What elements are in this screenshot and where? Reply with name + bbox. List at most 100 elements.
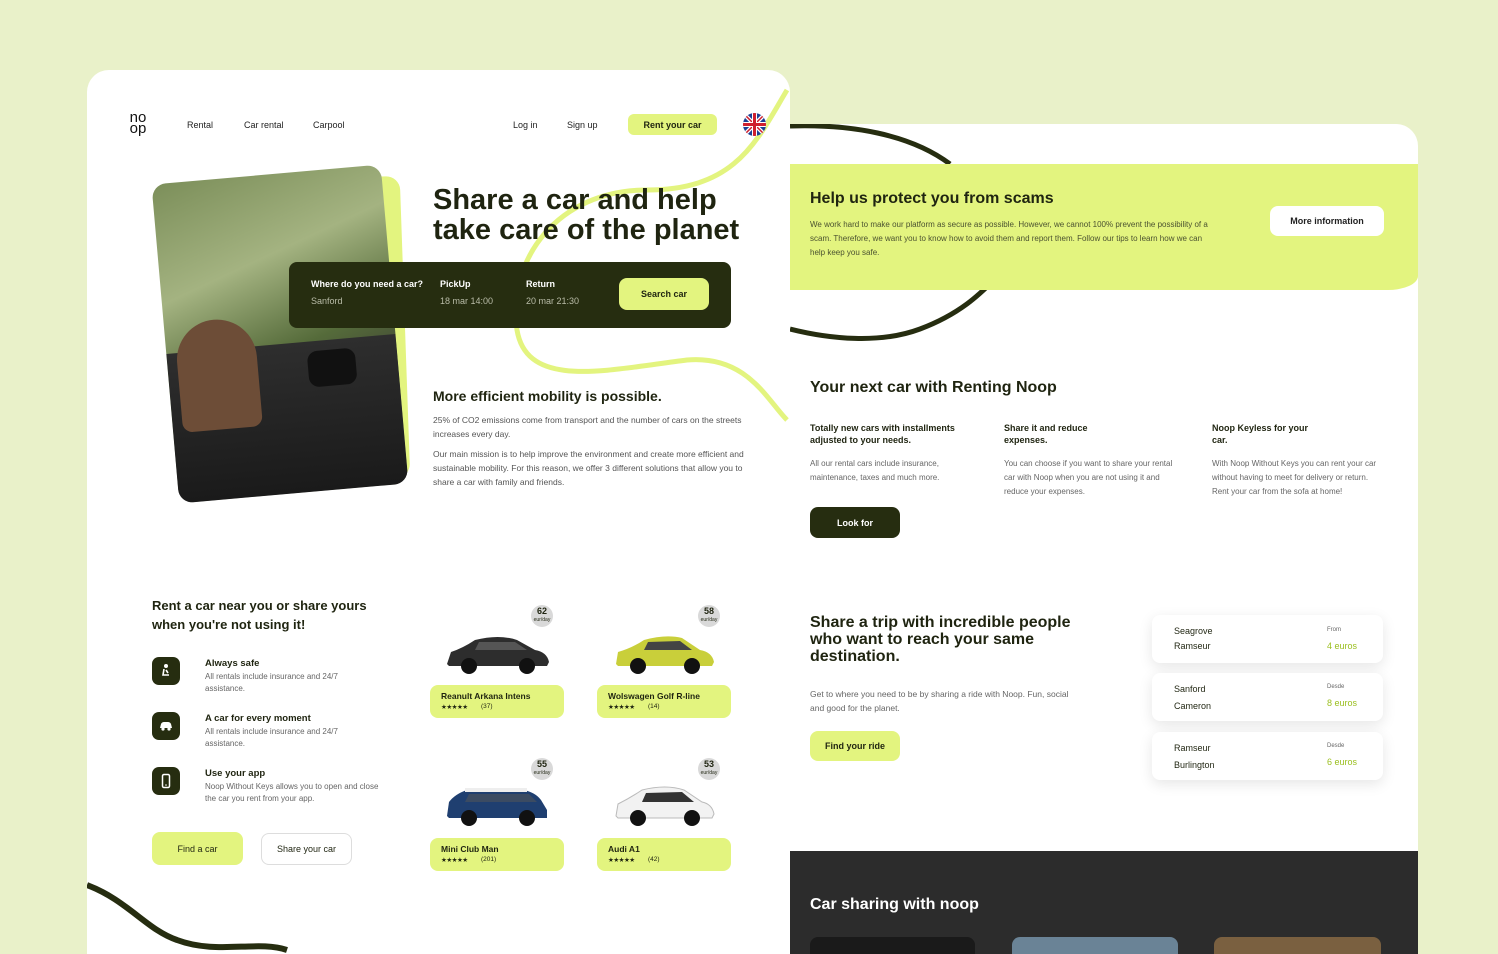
car-name: Wolswagen Golf R-line xyxy=(608,691,700,701)
car-image xyxy=(447,788,547,826)
nav-rental[interactable]: Rental xyxy=(187,120,213,130)
hero-title-line1: Share a car and help xyxy=(433,184,717,216)
route-price-tag: Desde xyxy=(1327,684,1345,690)
pickup-label: PickUp xyxy=(440,279,471,289)
return-input[interactable]: 20 mar 21:30 xyxy=(526,296,579,306)
car-price: 58 xyxy=(703,606,714,616)
renting-col-body: You can choose if you want to share your… xyxy=(1004,459,1173,496)
search-car-button[interactable]: Search car xyxy=(619,278,709,310)
feature-title-moment: A car for every moment xyxy=(205,713,311,724)
sharing-photo[interactable] xyxy=(1214,937,1381,954)
hero-title-line2: take care of the planet xyxy=(433,214,740,246)
nav-car-rental[interactable]: Car rental xyxy=(244,120,284,130)
route-from: Sanford xyxy=(1174,684,1206,694)
price-badge: 53 eur/day xyxy=(698,758,720,780)
feature-title-safe: Always safe xyxy=(205,658,260,669)
rent-title-line2: when you're not using it! xyxy=(152,617,306,632)
route-price: 8 euros xyxy=(1327,698,1358,708)
scam-body: We work hard to make our platform as sec… xyxy=(810,220,1208,257)
phone-icon xyxy=(152,767,180,795)
car-name: Mini Club Man xyxy=(441,844,499,854)
landing-page-card: no op Rental Car rental Carpool Log in S… xyxy=(87,70,790,954)
route-card[interactable]: Seagrove Ramseur From 4 euros xyxy=(1152,615,1383,663)
route-to: Burlington xyxy=(1174,760,1215,770)
uk-flag-icon[interactable] xyxy=(743,113,766,136)
car-name: Audi A1 xyxy=(608,844,640,854)
route-card[interactable]: Sanford Cameron Desde 8 euros xyxy=(1152,673,1383,721)
feature-desc-safe: All rentals include insurance and 24/7 a… xyxy=(205,672,338,693)
rent-your-car-button[interactable]: Rent your car xyxy=(628,114,717,135)
car-price: 62 xyxy=(536,606,547,616)
route-to: Cameron xyxy=(1174,701,1212,711)
info-page-card: Help us protect you from scams We work h… xyxy=(790,124,1418,954)
car-price: 55 xyxy=(536,759,547,769)
renting-title: Your next car with Renting Noop xyxy=(810,379,1057,396)
noop-logo[interactable]: no op xyxy=(125,110,151,137)
mobility-title: More efficient mobility is possible. xyxy=(433,388,662,404)
hero-photo xyxy=(151,164,409,504)
car-price-unit: eur/day xyxy=(533,770,551,776)
pickup-input[interactable]: 18 mar 14:00 xyxy=(440,296,493,306)
car-reviews: (42) xyxy=(648,856,660,863)
route-price: 4 euros xyxy=(1327,641,1358,651)
feature-desc-moment: All rentals include insurance and 24/7 a… xyxy=(205,727,338,748)
find-a-car-button[interactable]: Find a car xyxy=(152,832,243,865)
route-price-tag: Desde xyxy=(1327,743,1345,749)
mobility-paragraph-1: 25% of CO2 emissions come from transport… xyxy=(433,415,742,439)
trip-body: Get to where you need to be by sharing a… xyxy=(810,689,1069,713)
car-price-unit: eur/day xyxy=(700,617,718,623)
car-price-unit: eur/day xyxy=(700,770,718,776)
renting-col-title: Share it and reduce expenses. xyxy=(1004,423,1088,445)
logo-bottom: op xyxy=(129,120,147,137)
car-seat-icon xyxy=(152,657,180,685)
route-to: Ramseur xyxy=(1174,641,1211,651)
car-card[interactable]: Mini Club Man ★★★★★ (201) xyxy=(430,838,564,871)
more-information-button[interactable]: More information xyxy=(1270,206,1384,236)
car-card[interactable]: Wolswagen Golf R-line ★★★★★ (14) xyxy=(597,685,731,718)
feature-title-app: Use your app xyxy=(205,768,266,779)
car-rating: ★★★★★ xyxy=(441,857,468,864)
trip-title: Share a trip with incredible people who … xyxy=(810,614,1071,665)
price-badge: 55 eur/day xyxy=(531,758,553,780)
car-price: 53 xyxy=(703,759,714,769)
where-input[interactable]: Sanford xyxy=(311,296,343,306)
find-your-ride-button[interactable]: Find your ride xyxy=(810,731,900,761)
where-label: Where do you need a car? xyxy=(311,279,424,289)
car-name: Reanult Arkana Intens xyxy=(441,691,531,701)
renting-col-body: All our rental cars include insurance, m… xyxy=(810,459,940,482)
car-rating: ★★★★★ xyxy=(608,857,635,864)
nav-signup[interactable]: Sign up xyxy=(567,120,598,130)
car-sharing-section: Car sharing with noop xyxy=(790,851,1418,954)
route-card[interactable]: Ramseur Burlington Desde 6 euros xyxy=(1152,732,1383,780)
price-badge: 58 eur/day xyxy=(698,605,720,627)
nav-carpool[interactable]: Carpool xyxy=(313,120,345,130)
car-card[interactable]: Audi A1 ★★★★★ (42) xyxy=(597,838,731,871)
car-price-unit: eur/day xyxy=(533,617,551,623)
price-badge: 62 eur/day xyxy=(531,605,553,627)
sharing-photo[interactable] xyxy=(810,937,975,954)
feature-desc-app: Noop Without Keys allows you to open and… xyxy=(205,782,379,803)
sharing-photo[interactable] xyxy=(1012,937,1178,954)
car-reviews: (201) xyxy=(481,856,497,863)
return-label: Return xyxy=(526,279,555,289)
nav-login[interactable]: Log in xyxy=(513,120,538,130)
car-image xyxy=(447,637,549,674)
rent-title-line1: Rent a car near you or share yours xyxy=(152,598,367,613)
route-price: 6 euros xyxy=(1327,757,1358,767)
car-reviews: (14) xyxy=(648,703,660,710)
renting-col-title: Noop Keyless for your car. xyxy=(1212,423,1309,445)
share-your-car-button[interactable]: Share your car xyxy=(261,833,352,865)
search-bar: Where do you need a car? Sanford PickUp … xyxy=(289,262,731,328)
route-from: Ramseur xyxy=(1174,743,1211,753)
car-image xyxy=(615,786,715,826)
car-rating: ★★★★★ xyxy=(608,704,635,711)
car-image xyxy=(616,636,714,674)
route-from: Seagrove xyxy=(1174,626,1213,636)
renting-col-title: Totally new cars with installments adjus… xyxy=(810,423,955,445)
car-icon xyxy=(152,712,180,740)
car-sharing-title: Car sharing with noop xyxy=(810,896,979,913)
renting-col-body: With Noop Without Keys you can rent your… xyxy=(1212,459,1377,496)
car-card[interactable]: Reanult Arkana Intens ★★★★★ (37) xyxy=(430,685,564,718)
look-for-button[interactable]: Look for xyxy=(810,507,900,538)
scam-title: Help us protect you from scams xyxy=(810,190,1054,207)
